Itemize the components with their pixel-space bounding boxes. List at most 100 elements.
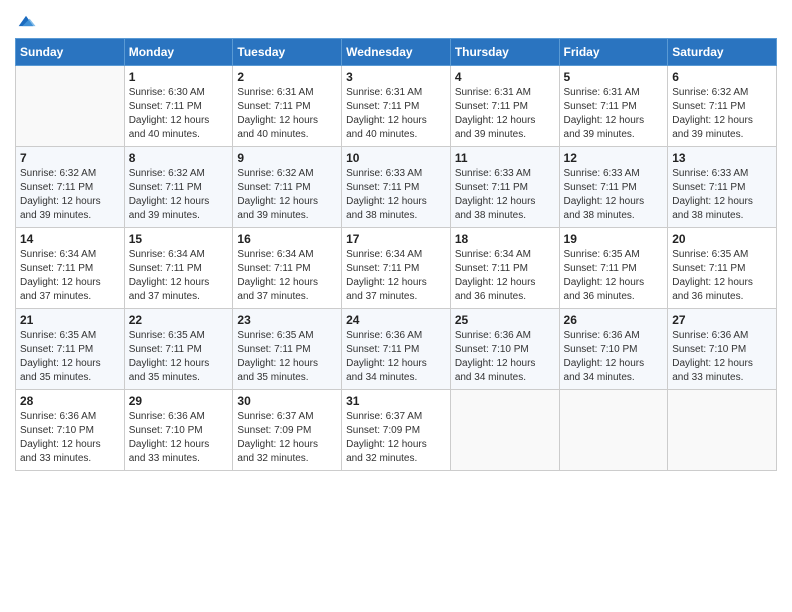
day-number: 12: [564, 151, 664, 165]
day-number: 26: [564, 313, 664, 327]
calendar-cell: 19 Sunrise: 6:35 AM Sunset: 7:11 PM Dayli…: [559, 228, 668, 309]
day-detail: Sunrise: 6:36 AM Sunset: 7:11 PM Dayligh…: [346, 329, 446, 385]
day-detail: Sunrise: 6:33 AM Sunset: 7:11 PM Dayligh…: [455, 167, 555, 223]
calendar-cell: 14 Sunrise: 6:34 AM Sunset: 7:11 PM Dayli…: [16, 228, 125, 309]
day-detail: Sunrise: 6:32 AM Sunset: 7:11 PM Dayligh…: [672, 86, 772, 142]
header-cell-wednesday: Wednesday: [342, 39, 451, 66]
calendar-cell: 3 Sunrise: 6:31 AM Sunset: 7:11 PM Daylig…: [342, 66, 451, 147]
calendar-cell: [450, 390, 559, 471]
calendar-cell: 25 Sunrise: 6:36 AM Sunset: 7:10 PM Dayli…: [450, 309, 559, 390]
calendar-cell: 9 Sunrise: 6:32 AM Sunset: 7:11 PM Daylig…: [233, 147, 342, 228]
day-detail: Sunrise: 6:31 AM Sunset: 7:11 PM Dayligh…: [455, 86, 555, 142]
day-number: 19: [564, 232, 664, 246]
day-detail: Sunrise: 6:36 AM Sunset: 7:10 PM Dayligh…: [564, 329, 664, 385]
day-number: 11: [455, 151, 555, 165]
day-detail: Sunrise: 6:36 AM Sunset: 7:10 PM Dayligh…: [455, 329, 555, 385]
calendar-cell: 22 Sunrise: 6:35 AM Sunset: 7:11 PM Dayli…: [124, 309, 233, 390]
day-number: 6: [672, 70, 772, 84]
day-number: 8: [129, 151, 229, 165]
day-number: 20: [672, 232, 772, 246]
calendar-cell: 10 Sunrise: 6:33 AM Sunset: 7:11 PM Dayli…: [342, 147, 451, 228]
day-number: 4: [455, 70, 555, 84]
day-detail: Sunrise: 6:31 AM Sunset: 7:11 PM Dayligh…: [564, 86, 664, 142]
day-detail: Sunrise: 6:32 AM Sunset: 7:11 PM Dayligh…: [129, 167, 229, 223]
day-detail: Sunrise: 6:33 AM Sunset: 7:11 PM Dayligh…: [672, 167, 772, 223]
calendar-cell: 31 Sunrise: 6:37 AM Sunset: 7:09 PM Dayli…: [342, 390, 451, 471]
day-number: 5: [564, 70, 664, 84]
day-number: 2: [237, 70, 337, 84]
calendar-cell: 11 Sunrise: 6:33 AM Sunset: 7:11 PM Dayli…: [450, 147, 559, 228]
day-detail: Sunrise: 6:34 AM Sunset: 7:11 PM Dayligh…: [455, 248, 555, 304]
day-number: 7: [20, 151, 120, 165]
calendar-cell: 6 Sunrise: 6:32 AM Sunset: 7:11 PM Daylig…: [668, 66, 777, 147]
day-number: 3: [346, 70, 446, 84]
calendar-body: 1Sunrise: 6:30 AM Sunset: 7:11 PM Daylig…: [16, 66, 777, 471]
day-number: 28: [20, 394, 120, 408]
calendar-cell: 7 Sunrise: 6:32 AM Sunset: 7:11 PM Daylig…: [16, 147, 125, 228]
day-detail: Sunrise: 6:36 AM Sunset: 7:10 PM Dayligh…: [20, 410, 120, 466]
calendar-week-4: 21 Sunrise: 6:35 AM Sunset: 7:11 PM Dayli…: [16, 309, 777, 390]
day-detail: Sunrise: 6:32 AM Sunset: 7:11 PM Dayligh…: [237, 167, 337, 223]
calendar-cell: 17Sunrise: 6:34 AM Sunset: 7:11 PM Dayli…: [342, 228, 451, 309]
day-number: 29: [129, 394, 229, 408]
day-number: 18: [455, 232, 555, 246]
day-number: 10: [346, 151, 446, 165]
calendar-cell: 4 Sunrise: 6:31 AM Sunset: 7:11 PM Daylig…: [450, 66, 559, 147]
calendar-cell: 8 Sunrise: 6:32 AM Sunset: 7:11 PM Daylig…: [124, 147, 233, 228]
calendar-cell: 20 Sunrise: 6:35 AM Sunset: 7:11 PM Dayli…: [668, 228, 777, 309]
day-detail: Sunrise: 6:35 AM Sunset: 7:11 PM Dayligh…: [129, 329, 229, 385]
header-cell-saturday: Saturday: [668, 39, 777, 66]
day-number: 16: [237, 232, 337, 246]
day-detail: Sunrise: 6:33 AM Sunset: 7:11 PM Dayligh…: [346, 167, 446, 223]
calendar-table: SundayMondayTuesdayWednesdayThursdayFrid…: [15, 38, 777, 471]
day-detail: Sunrise: 6:31 AM Sunset: 7:11 PM Dayligh…: [346, 86, 446, 142]
day-detail: Sunrise: 6:31 AM Sunset: 7:11 PM Dayligh…: [237, 86, 337, 142]
calendar-cell: 15 Sunrise: 6:34 AM Sunset: 7:11 PM Dayli…: [124, 228, 233, 309]
calendar-cell: 30 Sunrise: 6:37 AM Sunset: 7:09 PM Dayli…: [233, 390, 342, 471]
header-cell-monday: Monday: [124, 39, 233, 66]
day-detail: Sunrise: 6:32 AM Sunset: 7:11 PM Dayligh…: [20, 167, 120, 223]
day-detail: Sunrise: 6:34 AM Sunset: 7:11 PM Dayligh…: [237, 248, 337, 304]
day-detail: Sunrise: 6:36 AM Sunset: 7:10 PM Dayligh…: [129, 410, 229, 466]
day-detail: Sunrise: 6:35 AM Sunset: 7:11 PM Dayligh…: [564, 248, 664, 304]
day-detail: Sunrise: 6:34 AM Sunset: 7:11 PM Dayligh…: [129, 248, 229, 304]
day-detail: Sunrise: 6:33 AM Sunset: 7:11 PM Dayligh…: [564, 167, 664, 223]
calendar-cell: [559, 390, 668, 471]
day-number: 22: [129, 313, 229, 327]
day-number: 21: [20, 313, 120, 327]
day-number: 27: [672, 313, 772, 327]
day-detail: Sunrise: 6:34 AM Sunset: 7:11 PM Dayligh…: [20, 248, 120, 304]
calendar-cell: 23Sunrise: 6:35 AM Sunset: 7:11 PM Dayli…: [233, 309, 342, 390]
day-number: 9: [237, 151, 337, 165]
calendar-cell: [16, 66, 125, 147]
day-number: 15: [129, 232, 229, 246]
calendar-cell: 21Sunrise: 6:35 AM Sunset: 7:11 PM Dayli…: [16, 309, 125, 390]
day-number: 13: [672, 151, 772, 165]
calendar-week-2: 7 Sunrise: 6:32 AM Sunset: 7:11 PM Daylig…: [16, 147, 777, 228]
day-number: 25: [455, 313, 555, 327]
header-cell-thursday: Thursday: [450, 39, 559, 66]
calendar-week-3: 14 Sunrise: 6:34 AM Sunset: 7:11 PM Dayli…: [16, 228, 777, 309]
day-number: 30: [237, 394, 337, 408]
day-detail: Sunrise: 6:30 AM Sunset: 7:11 PM Dayligh…: [129, 86, 229, 142]
calendar-cell: 2 Sunrise: 6:31 AM Sunset: 7:11 PM Daylig…: [233, 66, 342, 147]
calendar-cell: [668, 390, 777, 471]
calendar-cell: 13 Sunrise: 6:33 AM Sunset: 7:11 PM Dayli…: [668, 147, 777, 228]
day-detail: Sunrise: 6:36 AM Sunset: 7:10 PM Dayligh…: [672, 329, 772, 385]
header-cell-sunday: Sunday: [16, 39, 125, 66]
page-header: [15, 10, 777, 32]
header-cell-tuesday: Tuesday: [233, 39, 342, 66]
day-detail: Sunrise: 6:35 AM Sunset: 7:11 PM Dayligh…: [672, 248, 772, 304]
calendar-cell: 28 Sunrise: 6:36 AM Sunset: 7:10 PM Dayli…: [16, 390, 125, 471]
day-number: 23: [237, 313, 337, 327]
calendar-cell: 16 Sunrise: 6:34 AM Sunset: 7:11 PM Dayli…: [233, 228, 342, 309]
day-number: 14: [20, 232, 120, 246]
day-detail: Sunrise: 6:37 AM Sunset: 7:09 PM Dayligh…: [346, 410, 446, 466]
day-number: 31: [346, 394, 446, 408]
calendar-cell: 29 Sunrise: 6:36 AM Sunset: 7:10 PM Dayli…: [124, 390, 233, 471]
logo-icon: [15, 10, 37, 32]
logo: [15, 10, 41, 32]
calendar-cell: 26 Sunrise: 6:36 AM Sunset: 7:10 PM Dayli…: [559, 309, 668, 390]
day-detail: Sunrise: 6:37 AM Sunset: 7:09 PM Dayligh…: [237, 410, 337, 466]
calendar-cell: 18 Sunrise: 6:34 AM Sunset: 7:11 PM Dayli…: [450, 228, 559, 309]
